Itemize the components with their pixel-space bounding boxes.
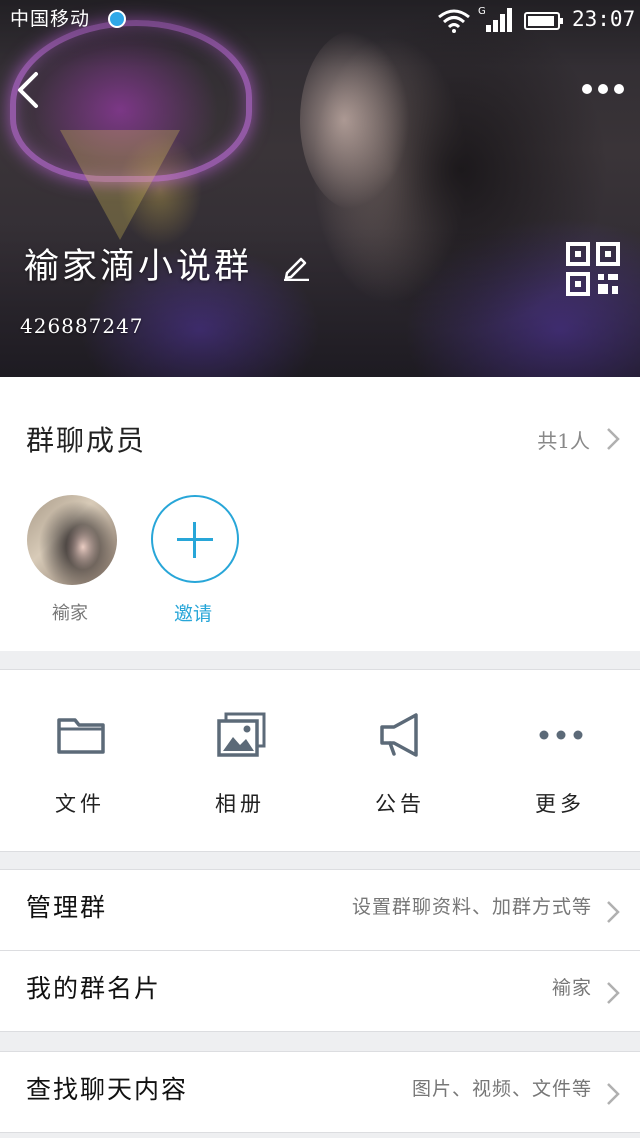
back-arrow-icon[interactable] <box>10 70 46 110</box>
cellular-signal-icon: G <box>478 6 512 32</box>
chevron-right-icon <box>607 982 620 1004</box>
photo-album-icon <box>217 712 266 757</box>
qr-code-icon[interactable] <box>566 242 620 296</box>
group-name: 褕家滴小说群 <box>24 247 253 287</box>
group-functions-section: 文件 相册 公告 更多 <box>0 669 640 852</box>
row-value: 图片、视频、文件等 <box>411 1078 592 1100</box>
row-value: 设置群聊资料、加群方式等 <box>351 896 592 918</box>
more-dots-icon <box>539 730 583 740</box>
divider <box>0 1132 640 1133</box>
plus-icon-vertical <box>193 522 196 558</box>
carrier-name: 中国移动 <box>10 8 91 30</box>
chevron-right-icon <box>607 901 620 923</box>
row-title: 查找聊天内容 <box>26 1075 189 1104</box>
row-value: 褕家 <box>551 977 592 999</box>
chevron-right-icon <box>607 428 620 450</box>
divider <box>0 1031 640 1032</box>
search-chat-row[interactable]: 查找聊天内容 图片、视频、文件等 <box>0 1052 640 1132</box>
function-album[interactable]: 相册 <box>160 670 320 851</box>
invite-label: 邀请 <box>174 603 213 625</box>
megaphone-icon <box>380 713 418 757</box>
row-title: 管理群 <box>26 893 108 922</box>
function-label: 相册 <box>215 792 265 816</box>
function-more[interactable]: 更多 <box>480 670 640 851</box>
status-bar: 中国移动 G 23:07 <box>0 0 640 40</box>
folder-icon <box>57 718 105 754</box>
more-options-icon[interactable] <box>578 78 628 100</box>
my-group-card-row[interactable]: 我的群名片 褕家 <box>0 951 640 1031</box>
edit-pencil-icon[interactable] <box>281 251 311 281</box>
function-label: 更多 <box>535 792 585 816</box>
member-avatar[interactable] <box>27 495 117 585</box>
function-label: 公告 <box>375 792 425 816</box>
invite-button[interactable] <box>151 495 239 583</box>
status-time: 23:07 <box>572 7 636 31</box>
qq-notification-icon <box>108 10 126 28</box>
members-header-row[interactable]: 群聊成员 共1人 <box>0 377 640 497</box>
function-announcement[interactable]: 公告 <box>320 670 480 851</box>
chevron-right-icon <box>607 1083 620 1105</box>
row-title: 我的群名片 <box>26 974 162 1003</box>
wifi-icon <box>438 9 470 33</box>
member-name: 褕家 <box>52 603 88 624</box>
group-id: 426887247 <box>20 314 144 338</box>
members-count: 共1人 <box>537 429 590 453</box>
battery-icon <box>524 12 563 30</box>
signal-type-label: G <box>478 6 486 17</box>
function-files[interactable]: 文件 <box>0 670 160 851</box>
manage-group-row[interactable]: 管理群 设置群聊资料、加群方式等 <box>0 870 640 950</box>
function-label: 文件 <box>55 792 105 816</box>
members-section: 群聊成员 共1人 褕家 邀请 <box>0 377 640 651</box>
members-title: 群聊成员 <box>26 424 147 457</box>
